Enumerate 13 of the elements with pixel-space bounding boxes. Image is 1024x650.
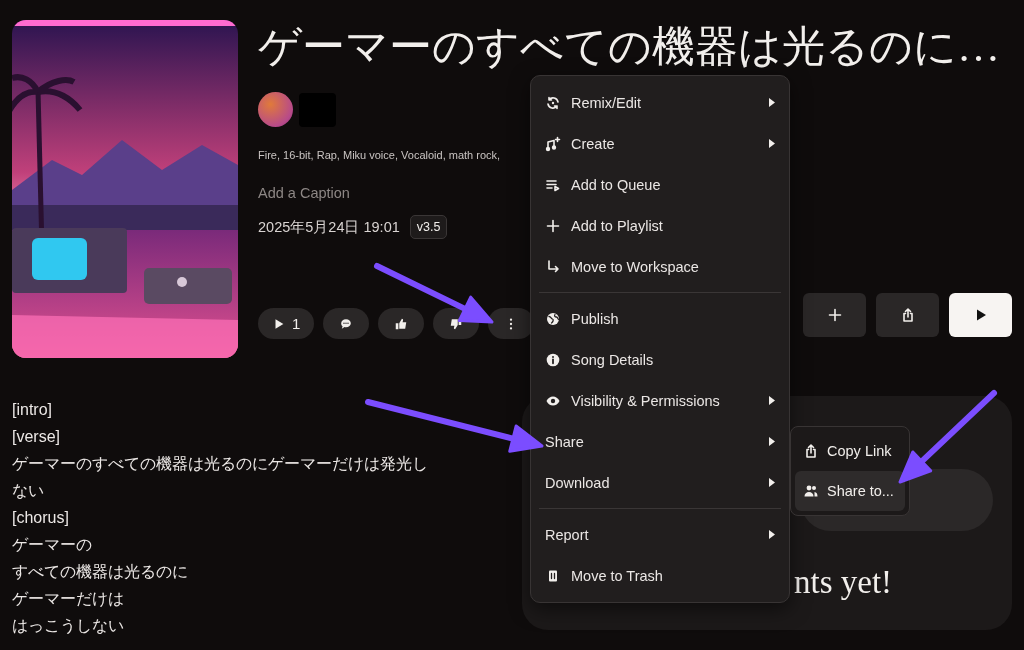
lyric-line: ゲーマーだけは [12, 589, 125, 609]
lyric-line: ゲーマーの [12, 535, 93, 555]
song-title: ゲーマーのすべての機器は光るのに… [258, 22, 1001, 72]
lyric-line: [verse] [12, 427, 61, 447]
lyric-line: すべての機器は光るのに [12, 562, 189, 582]
lyric-line: はっこうしない [12, 616, 125, 636]
style-tags: Fire, 16-bit, Rap, Miku voice, Vocaloid, math rock, [258, 149, 1012, 161]
empty-comments-text: nts yet! [794, 564, 893, 601]
lyric-line: [chorus] [12, 508, 70, 528]
lyric-line: [intro] [12, 400, 53, 420]
version-tag: v3.5 [409, 215, 448, 239]
created-date: 2025年5月24日 19:01 [258, 217, 400, 237]
lyric-line: ゲーマーのすべての機器は光るのにゲーマーだけは発光しない [12, 454, 428, 501]
